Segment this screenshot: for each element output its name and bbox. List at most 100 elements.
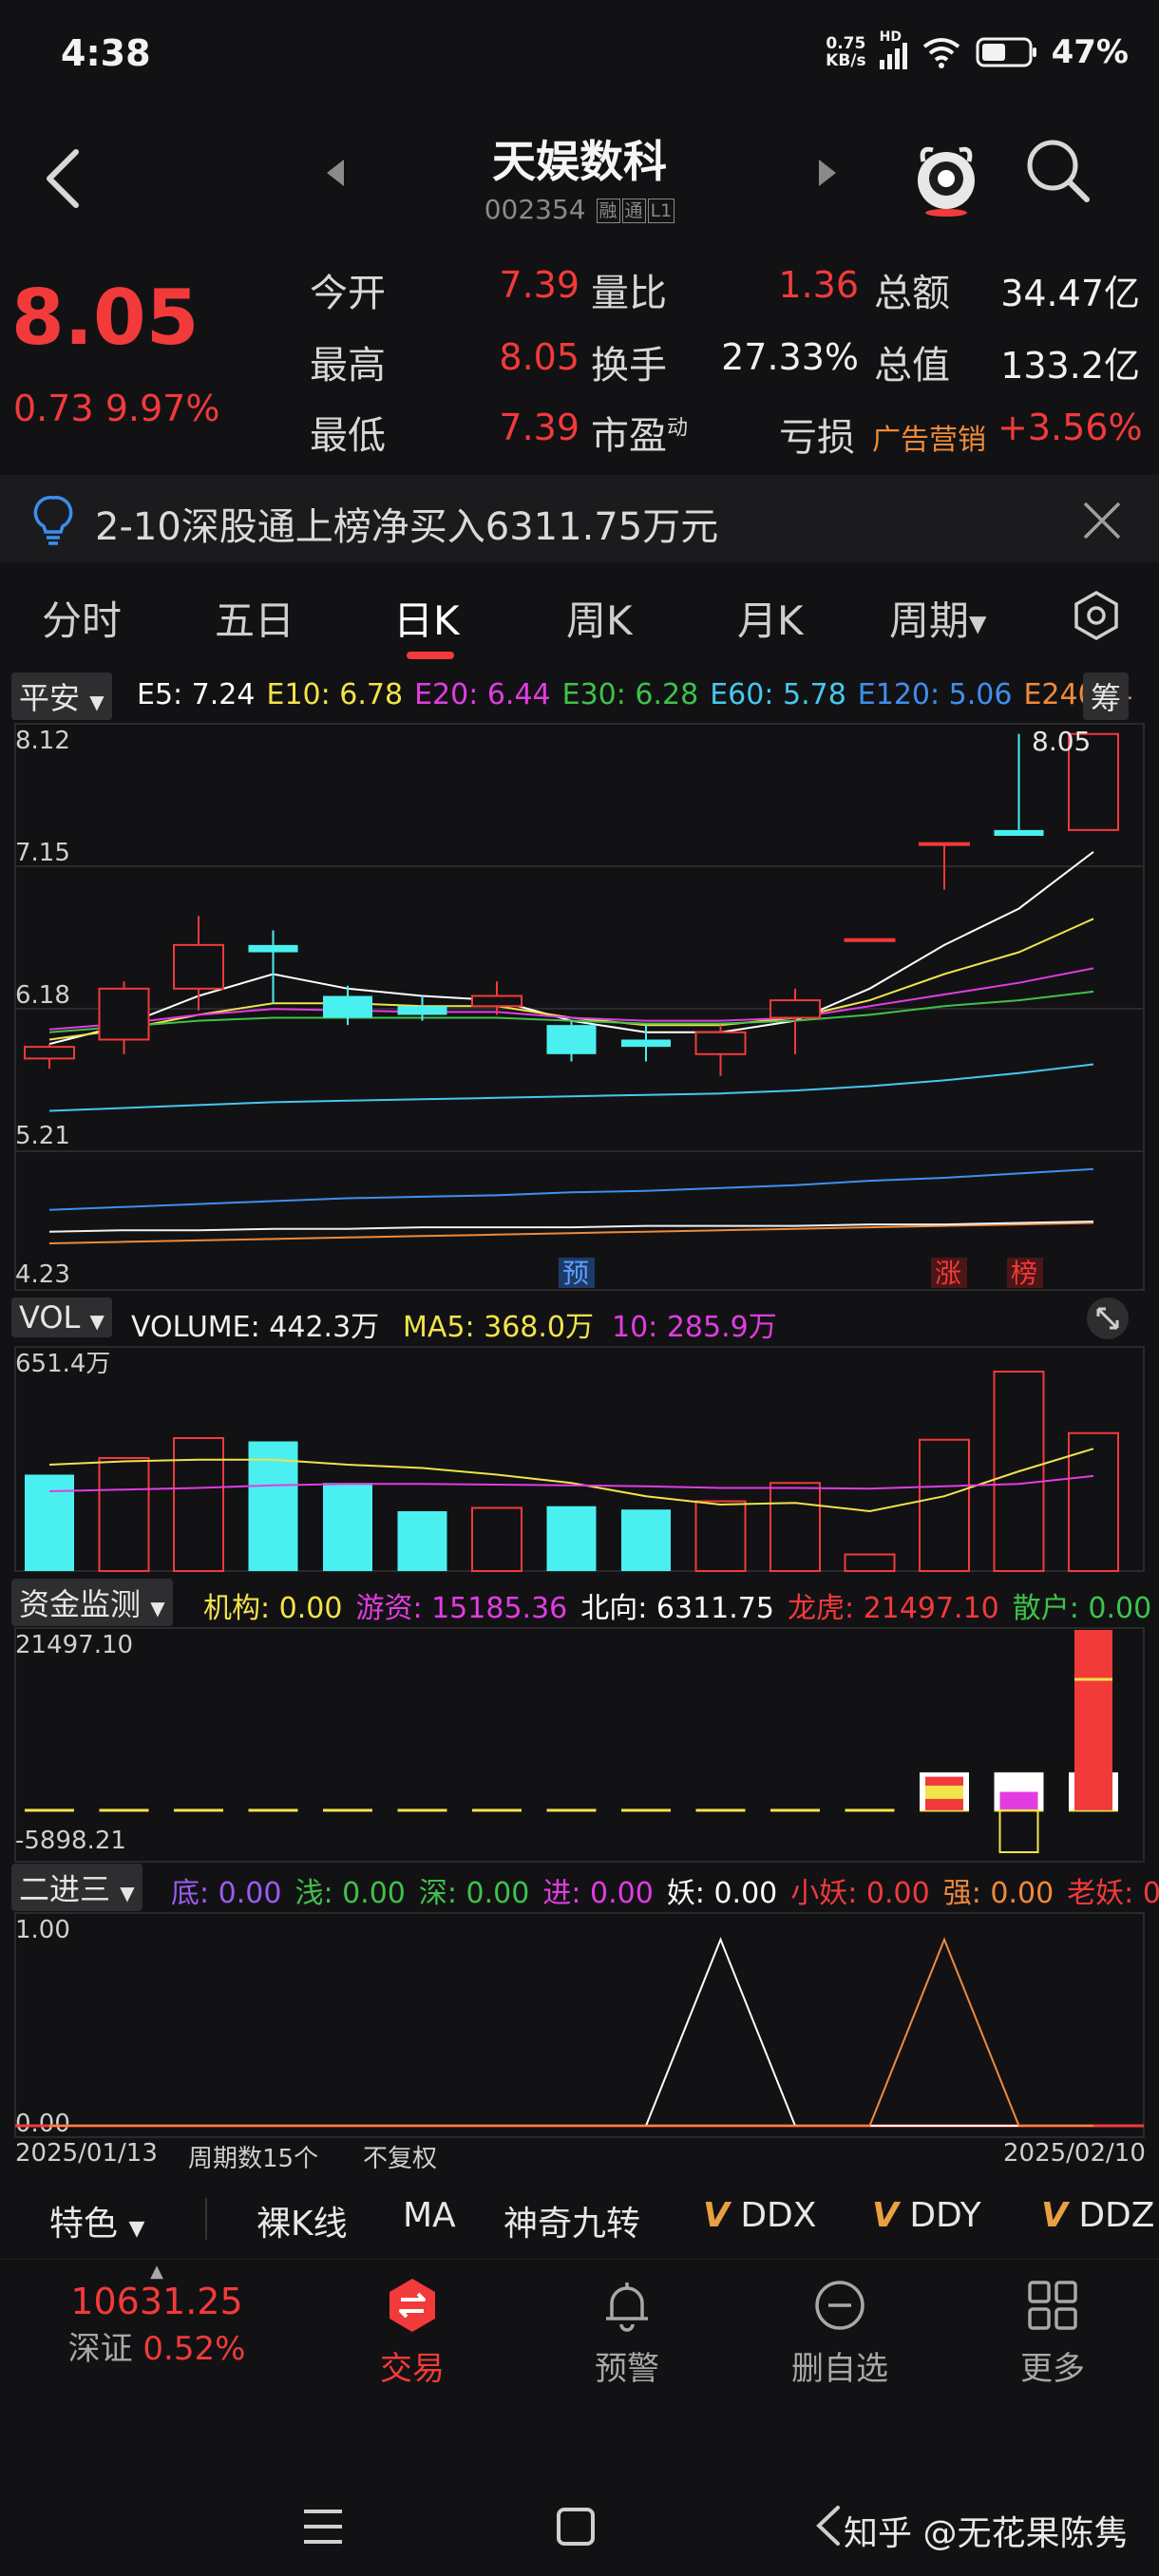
ma-legend-item: E20: 6.44: [414, 678, 551, 711]
next-stock-icon[interactable]: [813, 154, 842, 192]
ma-type-select[interactable]: 平安 ▼: [11, 672, 112, 720]
capital-values: 机构: 0.00 游资: 15185.36 北向: 6311.75 龙虎: 21497…: [203, 1584, 1151, 1626]
assistant-bot-icon[interactable]: [910, 133, 982, 218]
chevron-down-icon: ▼: [128, 2217, 145, 2241]
back-nav-icon[interactable]: [809, 2502, 847, 2549]
erjin-indicator-select[interactable]: 二进三 ▼: [11, 1864, 142, 1911]
menu-icon[interactable]: [300, 2506, 346, 2548]
erjin-legend-item: 底: 0.00: [171, 1877, 282, 1910]
ma-legend-item: E30: 6.28: [561, 678, 699, 711]
feature-select[interactable]: 特色 ▼: [49, 2196, 144, 2245]
toolbar-bare-k[interactable]: 裸K线: [256, 2196, 348, 2245]
dragon-tiger-mark[interactable]: 榜: [1011, 1258, 1037, 1289]
erjin-legend-item: 老妖: 0: [1067, 1877, 1159, 1910]
volume-bar: [323, 1483, 372, 1571]
tab-period[interactable]: 周期▼: [889, 589, 986, 647]
erjin-y-top: 1.00: [15, 1916, 70, 1944]
search-icon[interactable]: [1022, 135, 1094, 207]
erjin-legend: 二进三 ▼ 底: 0.00 浅: 0.00 深: 0.00 进: 0.00 妖: 0.0…: [0, 1862, 1159, 1911]
high-value: 8.05: [499, 336, 580, 378]
volume-bar: [98, 1456, 150, 1572]
chevron-down-icon: ▼: [969, 610, 987, 637]
battery-icon: [976, 37, 1036, 67]
capital-indicator-select[interactable]: 资金监测 ▼: [11, 1579, 173, 1626]
toolbar-ddz[interactable]: V DDZ: [1041, 2196, 1154, 2235]
volume-bar: [844, 1553, 896, 1573]
chevron-down-icon: ▼: [89, 691, 104, 713]
home-icon[interactable]: [555, 2506, 597, 2548]
volume-indicator-select[interactable]: VOL ▼: [11, 1297, 112, 1337]
label-volume-ratio: 量比: [591, 272, 667, 315]
capital-bar: [1074, 1630, 1112, 1810]
volume-legend: VOL ▼ VOLUME: 442.3万 MA5: 368.0万 10: 285…: [0, 1296, 1159, 1344]
erjin-legend-item: 小妖: 0.00: [790, 1877, 930, 1910]
period-tabs: 分时 五日 日K 周K 月K 周期▼: [0, 574, 1159, 669]
erjin-lines: [15, 1937, 1144, 2128]
candle-body: [323, 995, 372, 1018]
capital-bars: [25, 1630, 1118, 1853]
erjin-y-bottom: 0.00: [15, 2110, 70, 2138]
capital-y-bottom: -5898.21: [15, 1827, 126, 1855]
kline-chart[interactable]: 8.12 7.15 6.18 5.21 4.23 8.05 预 涨 榜: [0, 720, 1159, 1294]
pre-mark[interactable]: 预: [562, 1258, 589, 1289]
candle-body: [844, 938, 896, 942]
capital-chart[interactable]: 21497.10 -5898.21: [0, 1626, 1159, 1864]
date-end: 2025/02/10: [1003, 2139, 1146, 2168]
erjin-chart[interactable]: 1.00 0.00: [0, 1911, 1159, 2139]
volume-bar: [546, 1506, 597, 1571]
candle-body: [994, 829, 1044, 836]
nav-trade[interactable]: 交易: [327, 2277, 498, 2389]
toolbar-ddx[interactable]: V DDX: [703, 2196, 816, 2235]
v-badge-icon: V: [872, 2196, 899, 2235]
nav-alert[interactable]: 预警: [542, 2277, 712, 2389]
indicator-toolbar: 特色 ▼ 裸K线 MA 神奇九转 V DDX V DDY V DDZ: [0, 2183, 1159, 2259]
erjin-line-强: [49, 1937, 1093, 2127]
volume-value: VOLUME: 442.3万: [131, 1311, 380, 1344]
limit-up-mark[interactable]: 涨: [935, 1258, 961, 1289]
high-marker: 8.05: [1032, 726, 1091, 757]
chip-distribution-button[interactable]: 筹: [1083, 672, 1130, 720]
tab-weekly-k[interactable]: 周K: [566, 589, 633, 647]
adjust-mode[interactable]: 不复权: [363, 2139, 437, 2174]
close-icon[interactable]: [1081, 500, 1123, 541]
tab-daily-k[interactable]: 日K: [393, 589, 460, 647]
volume-y-top: 651.4万: [15, 1350, 110, 1378]
level-tag: L1: [647, 199, 675, 223]
volume-bar: [173, 1436, 224, 1572]
volume-ma-lines: [48, 1448, 1094, 1513]
expand-button[interactable]: [1087, 1297, 1129, 1339]
connect-tag: 通: [621, 199, 646, 223]
capital-legend-item: 机构: 0.00: [203, 1592, 343, 1625]
date-start: 2025/01/13: [15, 2139, 158, 2168]
y-label-4: 5.21: [15, 1122, 70, 1150]
turnover-value: 27.33%: [721, 336, 859, 378]
toolbar-ddy[interactable]: V DDY: [872, 2196, 981, 2235]
erjin-legend-item: 妖: 0.00: [666, 1877, 778, 1910]
volume-chart[interactable]: 651.4万: [0, 1345, 1159, 1573]
tab-five-day[interactable]: 五日: [215, 589, 294, 647]
label-amount: 总额: [874, 272, 950, 315]
index-change: 0.52%: [142, 2330, 246, 2368]
expand-icon: [1096, 1307, 1119, 1330]
system-nav: 知乎 @无花果陈隽: [0, 2432, 1159, 2576]
news-text[interactable]: 2-10深股通上榜净买入6311.75万元: [95, 496, 718, 551]
news-banner[interactable]: 2-10深股通上榜净买入6311.75万元: [0, 475, 1159, 562]
tab-monthly-k[interactable]: 月K: [737, 589, 804, 647]
chevron-down-icon: ▼: [89, 1310, 104, 1333]
settings-hexagon-icon[interactable]: [1068, 587, 1125, 644]
sector-change[interactable]: +3.56%: [998, 407, 1143, 448]
status-time: 4:38: [61, 32, 151, 74]
capital-legend: 资金监测 ▼ 机构: 0.00 游资: 15185.36 北向: 6311.75 龙虎…: [0, 1577, 1159, 1626]
ma-line-E240: [48, 1222, 1094, 1244]
nav-remove-watchlist[interactable]: 删自选: [754, 2277, 925, 2389]
toolbar-ma[interactable]: MA: [403, 2196, 456, 2235]
toolbar-magic-nine[interactable]: 神奇九转: [504, 2196, 640, 2245]
status-icons: 0.75 KB/s HD 47%: [826, 28, 1129, 76]
nav-more[interactable]: 更多: [967, 2277, 1138, 2389]
bell-icon: [606, 2282, 648, 2332]
sector-name[interactable]: 广告营销: [872, 416, 986, 458]
candle-body: [173, 943, 224, 990]
ma-legend-item: E5: 7.24: [137, 678, 256, 711]
index-widget[interactable]: ▲ 10631.25 深证 0.52%: [28, 2263, 285, 2369]
tab-intraday[interactable]: 分时: [42, 589, 122, 647]
